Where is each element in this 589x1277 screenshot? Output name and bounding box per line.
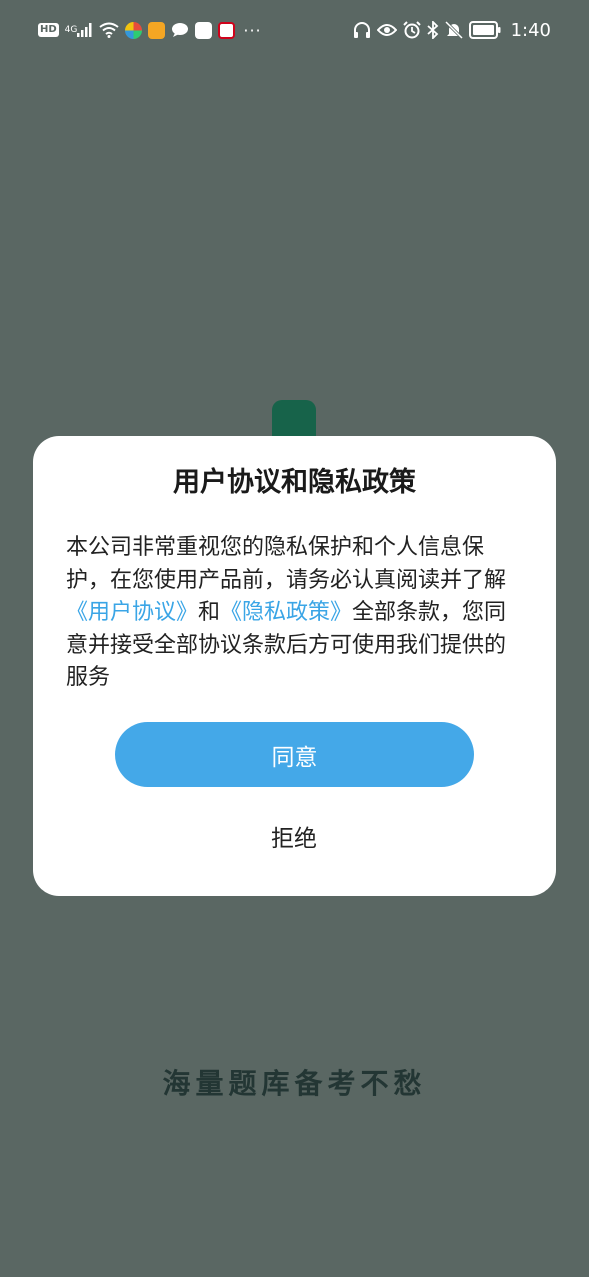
privacy-policy-link[interactable]: 《隐私政策》	[220, 600, 352, 625]
bluetooth-icon	[426, 21, 439, 39]
cellular-signal-icon: 4G	[65, 23, 94, 37]
dialog-body-and: 和	[198, 600, 221, 625]
hd-icon: HD	[38, 23, 59, 37]
colorful-app-icon	[125, 21, 143, 39]
reject-button[interactable]: 拒绝	[194, 812, 394, 860]
status-bar-left: HD 4G ···	[38, 21, 262, 40]
mute-icon	[444, 21, 463, 39]
dialog-title: 用户协议和隐私政策	[173, 467, 416, 498]
alarm-icon	[402, 21, 421, 39]
headphones-icon	[353, 21, 371, 39]
battery-icon	[468, 21, 501, 39]
dialog-body-text-1: 本公司非常重视您的隐私保护和个人信息保护，在您使用产品前，请务必认真阅读并了解	[66, 535, 507, 593]
status-bar: HD 4G ··· 1:40	[0, 0, 589, 60]
agree-button[interactable]: 同意	[115, 722, 474, 787]
network-type-label: 4G	[64, 24, 78, 35]
dialog-body: 本公司非常重视您的隐私保护和个人信息保护，在您使用产品前，请务必认真阅读并了解《…	[66, 532, 526, 695]
chat-bubble-icon	[171, 22, 189, 38]
wifi-icon	[99, 22, 119, 38]
user-agreement-link[interactable]: 《用户协议》	[66, 600, 198, 625]
more-icon: ···	[243, 20, 262, 40]
clock-time: 1:40	[510, 19, 551, 41]
tiktok-icon	[195, 21, 213, 39]
eye-icon	[376, 23, 397, 37]
news-app-icon	[218, 21, 236, 39]
splash-slogan: 海量题库备考不愁	[162, 1067, 427, 1100]
weibo-icon	[148, 21, 166, 39]
privacy-dialog: 用户协议和隐私政策 本公司非常重视您的隐私保护和个人信息保护，在您使用产品前，请…	[33, 436, 556, 896]
status-bar-right: 1:40	[353, 20, 551, 41]
